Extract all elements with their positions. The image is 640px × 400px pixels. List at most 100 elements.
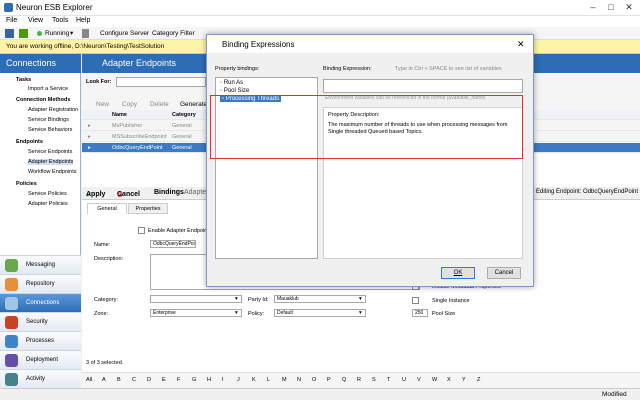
category-filter-button[interactable]: Category Filter: [152, 29, 195, 38]
filter-j[interactable]: J: [237, 377, 240, 383]
menu-tools[interactable]: Tools: [52, 17, 68, 24]
running-status[interactable]: Running: [45, 29, 69, 38]
description-label: Description:: [94, 256, 124, 262]
menu-file[interactable]: File: [6, 17, 17, 24]
nav-security[interactable]: Security: [0, 312, 81, 331]
filter-e[interactable]: E: [162, 377, 166, 383]
tree-item-service-policies[interactable]: Service Policies: [28, 191, 67, 197]
filter-v[interactable]: V: [417, 377, 421, 383]
new-button[interactable]: New: [96, 101, 109, 108]
tree-item-adapter-registration[interactable]: Adapter Registration: [28, 107, 78, 113]
status-dot-icon: [37, 31, 42, 36]
filter-q[interactable]: Q: [342, 377, 346, 383]
nav-processes[interactable]: Processes: [0, 331, 81, 350]
list-item[interactable]: ▫ Run As: [220, 80, 243, 86]
policy-select[interactable]: Default: [274, 309, 366, 317]
tree-item-adapter-policies[interactable]: Adapter Policies: [28, 201, 68, 207]
menu-view[interactable]: View: [28, 17, 43, 24]
list-item[interactable]: ▫ Pool Size: [220, 88, 249, 94]
tree-item-import-service[interactable]: Import a Service: [28, 86, 68, 92]
copy-button[interactable]: Copy: [122, 101, 137, 108]
filter-x[interactable]: X: [447, 377, 451, 383]
delete-button[interactable]: Delete: [150, 101, 169, 108]
filter-a[interactable]: A: [102, 377, 106, 383]
name-field[interactable]: OdbcQueryEndPoint: [150, 240, 196, 248]
filter-d[interactable]: D: [147, 377, 151, 383]
bindings-button[interactable]: Bindings: [154, 189, 184, 196]
alphabet-filter-bar: All A B C D E F G H I J K L M N O P Q R …: [82, 372, 640, 388]
filter-w[interactable]: W: [432, 377, 437, 383]
filter-u[interactable]: U: [402, 377, 406, 383]
zone-select[interactable]: Enterprise: [150, 309, 242, 317]
expand-icon[interactable]: ▸: [88, 121, 91, 131]
category-dropdown-icon[interactable]: ▾: [235, 296, 238, 302]
minimize-button[interactable]: –: [584, 0, 602, 15]
nav-deployment[interactable]: Deployment: [0, 350, 81, 369]
filter-s[interactable]: S: [372, 377, 376, 383]
security-icon: [5, 316, 18, 329]
pool-size-field[interactable]: 250: [412, 309, 428, 317]
filter-k[interactable]: K: [252, 377, 256, 383]
menu-help[interactable]: Help: [76, 17, 90, 24]
filter-o[interactable]: O: [312, 377, 316, 383]
generate-button[interactable]: Generate: [180, 101, 207, 108]
tree-group-tasks[interactable]: Tasks: [16, 77, 31, 83]
dialog-cancel-button[interactable]: Cancel: [487, 267, 521, 279]
category-select[interactable]: [150, 295, 242, 303]
filter-h[interactable]: H: [207, 377, 211, 383]
binding-expression-input[interactable]: [323, 79, 523, 93]
connections-icon: [5, 297, 18, 310]
zone-dropdown-icon[interactable]: ▾: [235, 310, 238, 316]
filter-b[interactable]: B: [117, 377, 121, 383]
filter-i[interactable]: I: [222, 377, 224, 383]
filter-c[interactable]: C: [132, 377, 136, 383]
ok-button[interactable]: OK: [441, 267, 475, 279]
dropdown-icon[interactable]: ▾: [70, 29, 73, 38]
filter-m[interactable]: M: [282, 377, 287, 383]
nav-messaging[interactable]: Messaging: [0, 255, 81, 274]
tab-properties[interactable]: Properties: [128, 203, 168, 214]
look-for-input[interactable]: [116, 77, 206, 87]
dialog-close-icon[interactable]: ✕: [517, 39, 525, 50]
filter-r[interactable]: R: [357, 377, 361, 383]
tree-group-policies[interactable]: Policies: [16, 181, 37, 187]
col-name-header[interactable]: Name: [112, 110, 127, 120]
filter-l[interactable]: L: [267, 377, 270, 383]
activity-icon: [5, 373, 18, 386]
tree-item-adapter-endpoints[interactable]: Adapter Endpoints: [28, 159, 74, 165]
filter-g[interactable]: G: [192, 377, 196, 383]
tree-item-service-endpoints[interactable]: Service Endpoints: [28, 149, 72, 155]
filter-n[interactable]: N: [297, 377, 301, 383]
nav-activity[interactable]: Activity: [0, 369, 81, 388]
enable-endpoint-checkbox[interactable]: [138, 227, 145, 234]
save-icon[interactable]: [5, 29, 14, 38]
close-button[interactable]: ✕: [620, 0, 638, 15]
single-instance-checkbox[interactable]: [412, 297, 419, 304]
tab-general[interactable]: General: [87, 203, 127, 214]
filter-all[interactable]: All: [86, 377, 92, 383]
dialog-title-bar: Binding Expressions ✕: [207, 35, 533, 53]
nav-repository[interactable]: Repository: [0, 274, 81, 293]
maximize-button[interactable]: □: [602, 0, 620, 15]
tree-item-workflow-endpoints[interactable]: Workflow Endpoints: [28, 169, 77, 175]
col-category-header[interactable]: Category: [172, 110, 196, 120]
tree-item-service-behaviors[interactable]: Service Behaviors: [28, 127, 72, 133]
tree-group-endpoints[interactable]: Endpoints: [16, 139, 43, 145]
connections-pane: Connections Tasks Import a Service Conne…: [0, 54, 81, 388]
filter-f[interactable]: F: [177, 377, 180, 383]
filter-p[interactable]: P: [327, 377, 331, 383]
expand-icon[interactable]: ▸: [88, 132, 91, 142]
party-dropdown-icon[interactable]: ▾: [359, 296, 362, 302]
party-id-select[interactable]: Mauaklub: [274, 295, 366, 303]
tree-item-service-bindings[interactable]: Service Bindings: [28, 117, 69, 123]
tree-group-connection-methods[interactable]: Connection Methods: [16, 97, 70, 103]
filter-t[interactable]: T: [387, 377, 390, 383]
policy-dropdown-icon[interactable]: ▾: [359, 310, 362, 316]
nav-connections[interactable]: Connections: [0, 293, 81, 312]
filter-y[interactable]: Y: [462, 377, 466, 383]
filter-z[interactable]: Z: [477, 377, 480, 383]
adapter-button[interactable]: Adapter: [184, 189, 209, 196]
expand-icon[interactable]: ▸: [88, 143, 91, 153]
configure-server-button[interactable]: Configure Server: [100, 29, 149, 38]
add-icon[interactable]: [19, 29, 28, 38]
